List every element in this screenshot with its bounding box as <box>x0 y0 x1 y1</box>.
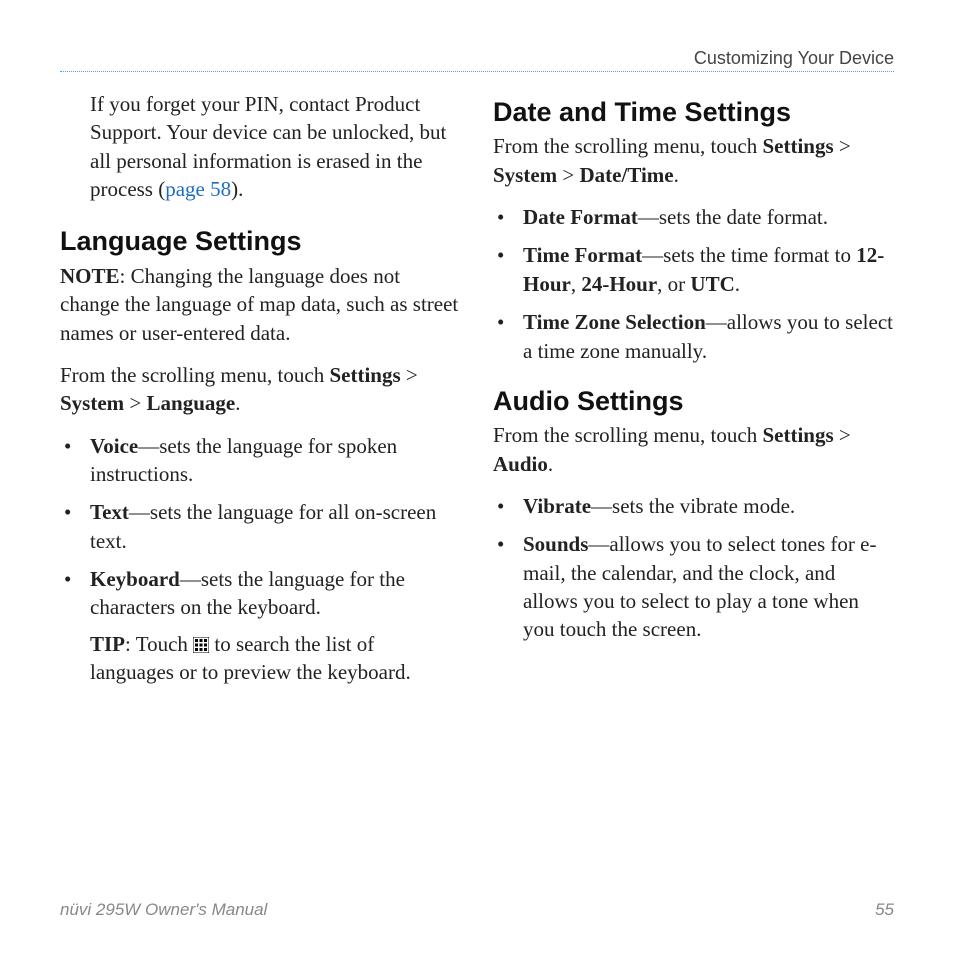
item-text: Vibrate—sets the vibrate mode. <box>523 492 894 520</box>
item-desc-a: —sets the time format to <box>642 243 856 267</box>
note-label: NOTE <box>60 264 120 288</box>
list-item: • Vibrate—sets the vibrate mode. <box>493 492 894 520</box>
page-footer: nüvi 295W Owner's Manual 55 <box>60 900 894 920</box>
audio-path: From the scrolling menu, touch Settings … <box>493 421 894 478</box>
list-item: • Text—sets the language for all on-scre… <box>60 498 461 555</box>
intro-text-b: ). <box>231 177 243 201</box>
page-header: Customizing Your Device <box>60 48 894 72</box>
path-intro: From the scrolling menu, touch <box>60 363 329 387</box>
keyboard-tip: TIP: Touch to search the list of languag… <box>90 630 461 687</box>
item-term: Sounds <box>523 532 588 556</box>
bullet-icon: • <box>493 530 523 643</box>
list-item: • Keyboard—sets the language for the cha… <box>60 565 461 686</box>
path-audio: Audio <box>493 452 548 476</box>
b-utc: UTC <box>690 272 734 296</box>
manual-title: nüvi 295W Owner's Manual <box>60 900 267 920</box>
list-item: • Time Format—sets the time format to 12… <box>493 241 894 298</box>
sep2: , or <box>657 272 690 296</box>
path-system: System <box>493 163 557 187</box>
item-text: Text—sets the language for all on-screen… <box>90 498 461 555</box>
right-column: Date and Time Settings From the scrollin… <box>493 90 894 696</box>
item-term: Time Format <box>523 243 642 267</box>
language-items: • Voice—sets the language for spoken ins… <box>60 432 461 687</box>
item-text: Voice—sets the language for spoken instr… <box>90 432 461 489</box>
path-intro: From the scrolling menu, touch <box>493 423 762 447</box>
tip-text-a: : Touch <box>125 632 193 656</box>
pin-intro: If you forget your PIN, contact Product … <box>90 90 461 203</box>
item-desc: —sets the language for all on-screen tex… <box>90 500 436 552</box>
date-time-heading: Date and Time Settings <box>493 94 894 130</box>
language-path: From the scrolling menu, touch Settings … <box>60 361 461 418</box>
left-column: If you forget your PIN, contact Product … <box>60 90 461 696</box>
page-58-link[interactable]: page 58 <box>165 177 231 201</box>
bullet-icon: • <box>493 241 523 298</box>
audio-items: • Vibrate—sets the vibrate mode. • Sound… <box>493 492 894 644</box>
tail: . <box>735 272 740 296</box>
path-system: System <box>60 391 124 415</box>
b-24h: 24-Hour <box>581 272 657 296</box>
bullet-icon: • <box>60 432 90 489</box>
item-term: Time Zone Selection <box>523 310 706 334</box>
language-note: NOTE: Changing the language does not cha… <box>60 262 461 347</box>
language-settings-heading: Language Settings <box>60 223 461 259</box>
bullet-icon: • <box>60 565 90 686</box>
item-text: Keyboard—sets the language for the chara… <box>90 565 461 686</box>
list-item: • Date Format—sets the date format. <box>493 203 894 231</box>
date-time-items: • Date Format—sets the date format. • Ti… <box>493 203 894 365</box>
date-time-path: From the scrolling menu, touch Settings … <box>493 132 894 189</box>
path-datetime: Date/Time <box>580 163 674 187</box>
item-term: Date Format <box>523 205 638 229</box>
content-columns: If you forget your PIN, contact Product … <box>60 90 894 696</box>
item-term: Voice <box>90 434 138 458</box>
section-title: Customizing Your Device <box>694 48 894 68</box>
list-item: • Sounds—allows you to select tones for … <box>493 530 894 643</box>
path-settings: Settings <box>762 134 833 158</box>
page-number: 55 <box>875 900 894 920</box>
sep1: , <box>571 272 582 296</box>
item-text: Time Format—sets the time format to 12-H… <box>523 241 894 298</box>
list-item: • Time Zone Selection—allows you to sele… <box>493 308 894 365</box>
path-intro: From the scrolling menu, touch <box>493 134 762 158</box>
bullet-icon: • <box>493 203 523 231</box>
path-settings: Settings <box>762 423 833 447</box>
path-settings: Settings <box>329 363 400 387</box>
grid-icon <box>193 637 209 653</box>
item-text: Date Format—sets the date format. <box>523 203 894 231</box>
list-item: • Voice—sets the language for spoken ins… <box>60 432 461 489</box>
item-text: Sounds—allows you to select tones for e-… <box>523 530 894 643</box>
bullet-icon: • <box>493 308 523 365</box>
bullet-icon: • <box>60 498 90 555</box>
item-term: Text <box>90 500 129 524</box>
path-language: Language <box>147 391 236 415</box>
item-term: Vibrate <box>523 494 591 518</box>
item-text: Time Zone Selection—allows you to select… <box>523 308 894 365</box>
note-text: : Changing the language does not change … <box>60 264 458 345</box>
item-desc: —sets the date format. <box>638 205 828 229</box>
tip-label: TIP <box>90 632 125 656</box>
audio-settings-heading: Audio Settings <box>493 383 894 419</box>
intro-text-a: If you forget your PIN, contact Product … <box>90 92 446 201</box>
item-term: Keyboard <box>90 567 180 591</box>
item-desc: —sets the vibrate mode. <box>591 494 795 518</box>
bullet-icon: • <box>493 492 523 520</box>
